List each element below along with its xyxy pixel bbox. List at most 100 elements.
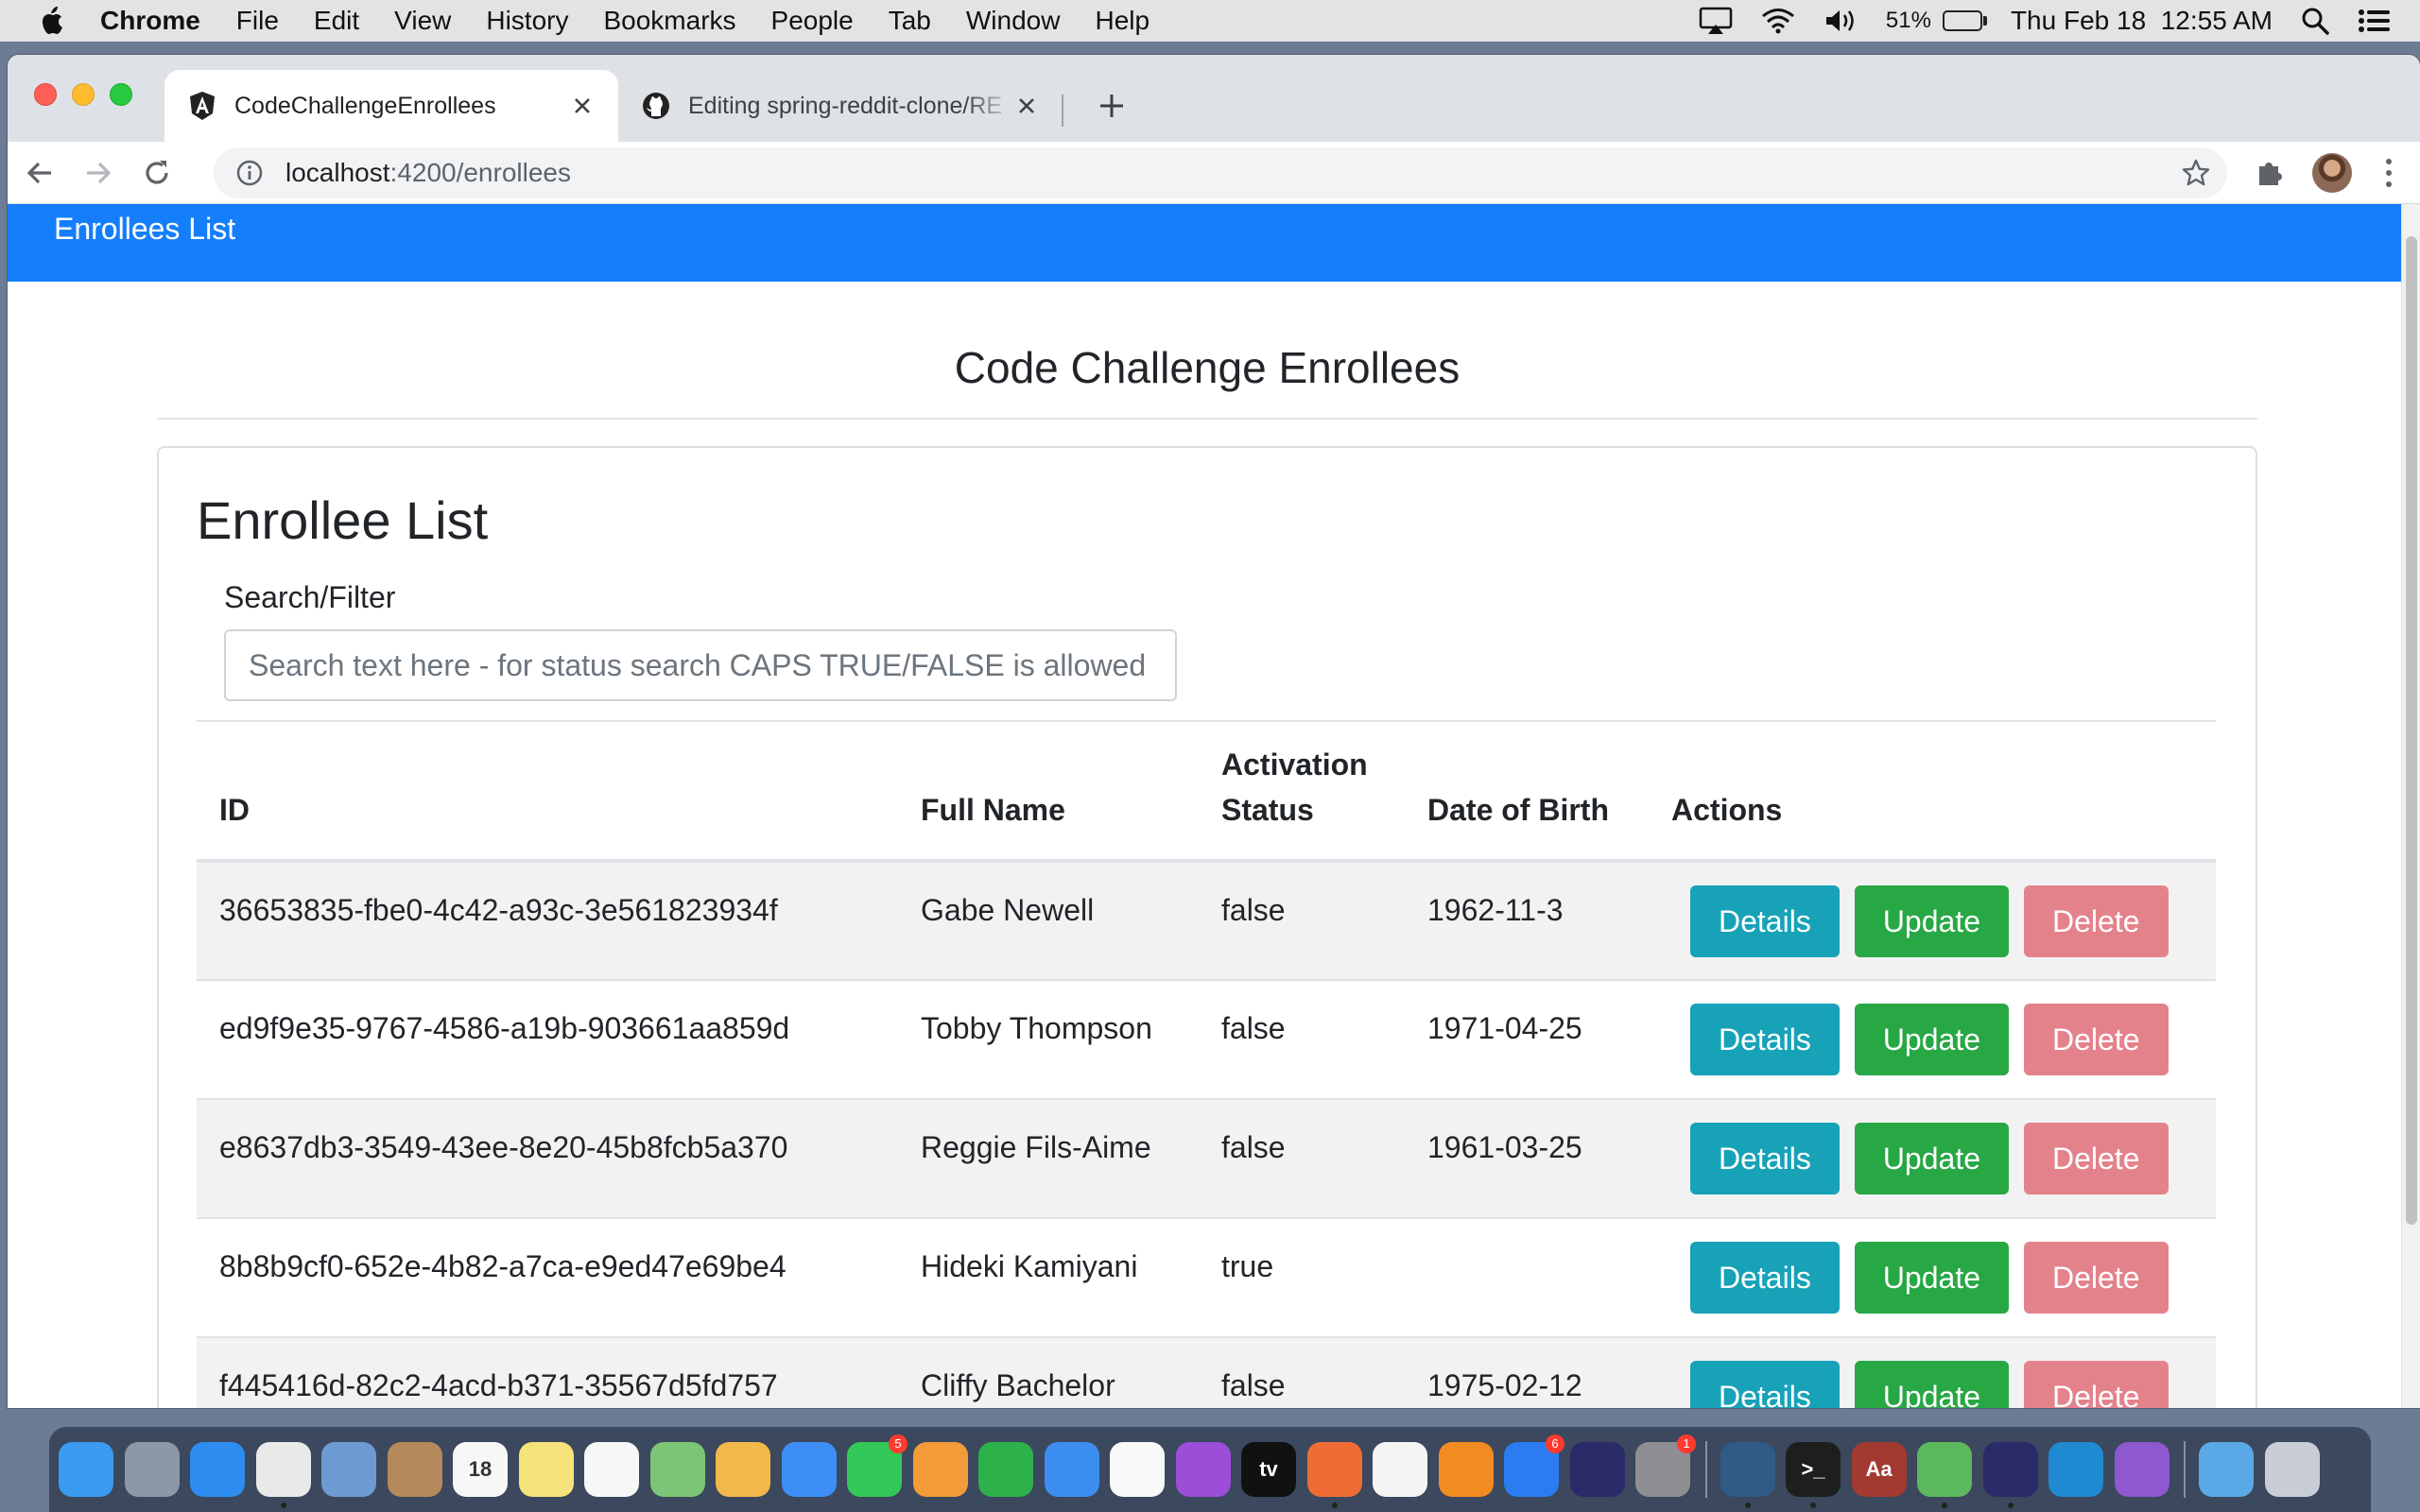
bookmark-star-icon[interactable] [2182, 159, 2210, 187]
update-button[interactable]: Update [1854, 1361, 2009, 1408]
profile-avatar[interactable] [2312, 153, 2352, 193]
trash-icon[interactable] [2264, 1442, 2320, 1497]
facetime-icon[interactable]: 5 [847, 1435, 908, 1497]
column-header-date-of-birth[interactable]: Date of Birth [1405, 720, 1649, 863]
menu-help[interactable]: Help [1095, 6, 1150, 36]
pages-icon[interactable] [912, 1442, 968, 1497]
details-button[interactable]: Details [1690, 1242, 1840, 1314]
column-header-id[interactable]: ID [197, 720, 898, 863]
window-controls [34, 83, 147, 106]
extensions-puzzle-icon[interactable] [2254, 157, 2286, 189]
airplay-icon[interactable] [1699, 7, 1733, 35]
column-header-full-name[interactable]: Full Name [898, 720, 1199, 863]
search-input[interactable] [224, 629, 1177, 701]
delete-button[interactable]: Delete [2024, 885, 2169, 957]
keynote-icon[interactable] [1044, 1442, 1099, 1497]
site-info-icon[interactable] [236, 159, 265, 187]
menu-view[interactable]: View [394, 6, 451, 36]
books-icon[interactable] [1438, 1442, 1494, 1497]
safari-icon[interactable] [190, 1442, 245, 1497]
calendar-icon[interactable]: 18 [453, 1442, 508, 1497]
menu-history[interactable]: History [486, 6, 568, 36]
menu-bookmarks[interactable]: Bookmarks [603, 6, 735, 36]
menu-edit[interactable]: Edit [314, 6, 359, 36]
details-button[interactable]: Details [1690, 1361, 1840, 1408]
close-tab-icon[interactable] [569, 93, 596, 119]
tab-github-editing[interactable]: Editing spring-reddit-clone/RE [618, 70, 1063, 142]
reminders-icon[interactable] [584, 1442, 639, 1497]
news-icon[interactable] [1373, 1442, 1427, 1497]
tab-codechallengeenrollees[interactable]: CodeChallengeEnrollees [164, 70, 618, 142]
delete-button[interactable]: Delete [2024, 1361, 2169, 1408]
scrollbar-thumb[interactable] [2406, 236, 2417, 1225]
wifi-icon[interactable] [1761, 8, 1795, 34]
apple-menu-icon[interactable] [40, 6, 68, 36]
menu-window[interactable]: Window [966, 6, 1061, 36]
chrome-icon[interactable] [255, 1442, 311, 1508]
eclipse-ide-icon[interactable] [1982, 1442, 2038, 1508]
apple-tv-icon[interactable]: tv [1241, 1442, 1296, 1497]
messages-icon[interactable] [781, 1442, 837, 1497]
delete-button[interactable]: Delete [2024, 1004, 2169, 1075]
volume-icon[interactable] [1824, 8, 1858, 34]
system-preferences-icon[interactable]: 1 [1635, 1435, 1696, 1497]
menu-file[interactable]: File [236, 6, 279, 36]
table-header-row: ID Full Name Activation Status Date of B… [197, 720, 2216, 863]
app-store-icon[interactable]: 6 [1504, 1435, 1564, 1497]
delete-button[interactable]: Delete [2024, 1123, 2169, 1194]
battery-icon[interactable] [1942, 10, 1987, 31]
reload-button[interactable] [138, 154, 176, 192]
contacts-icon[interactable] [387, 1442, 442, 1497]
mail-bird-icon[interactable] [321, 1442, 376, 1497]
podcasts-icon[interactable] [1175, 1442, 1231, 1497]
chrome-menu-icon[interactable] [2386, 159, 2394, 187]
details-button[interactable]: Details [1690, 1123, 1840, 1194]
running-indicator [1942, 1503, 1947, 1508]
downloads-folder-icon[interactable] [2199, 1442, 2254, 1497]
close-window-button[interactable] [34, 83, 57, 106]
navbar-brand-link[interactable]: Enrollees List [54, 212, 235, 247]
eclipse-icon[interactable] [1569, 1442, 1625, 1497]
app-menu-chrome[interactable]: Chrome [100, 6, 200, 36]
photos-icon[interactable] [716, 1442, 770, 1497]
back-button[interactable] [21, 154, 59, 192]
vscode-icon[interactable] [2048, 1442, 2103, 1497]
launchpad-icon[interactable] [124, 1442, 180, 1497]
menu-tab[interactable]: Tab [889, 6, 931, 36]
terminal-icon[interactable]: >_ [1786, 1442, 1841, 1508]
column-header-activation-status[interactable]: Activation Status [1199, 720, 1405, 863]
github-desktop-icon[interactable] [2114, 1442, 2169, 1497]
dock-separator [2184, 1441, 2186, 1498]
minimize-window-button[interactable] [72, 83, 95, 106]
page-scrollbar[interactable] [2401, 204, 2420, 1408]
cell-id: ed9f9e35-9767-4586-a19b-903661aa859d [219, 1011, 790, 1045]
numbers-icon[interactable] [978, 1442, 1033, 1497]
update-button[interactable]: Update [1854, 1004, 2009, 1075]
mysql-workbench-icon[interactable] [1720, 1442, 1775, 1508]
update-button[interactable]: Update [1854, 885, 2009, 957]
forward-button[interactable] [79, 154, 117, 192]
close-tab-icon[interactable] [1013, 93, 1040, 119]
cell-full-name: Hideki Kamiyani [921, 1249, 1138, 1283]
atom-icon[interactable] [1917, 1442, 1972, 1508]
control-center-icon[interactable] [2358, 8, 2392, 34]
update-button[interactable]: Update [1854, 1242, 2009, 1314]
new-tab-button[interactable] [1093, 87, 1131, 125]
menu-people[interactable]: People [771, 6, 854, 36]
update-button[interactable]: Update [1854, 1123, 2009, 1194]
address-bar[interactable]: localhost:4200/enrollees [214, 147, 2227, 198]
details-button[interactable]: Details [1690, 885, 1840, 957]
details-button[interactable]: Details [1690, 1004, 1840, 1075]
maps-icon[interactable] [649, 1442, 705, 1497]
finder-icon[interactable] [59, 1442, 113, 1497]
notes-icon[interactable] [518, 1442, 574, 1497]
dock-icon-label: tv [1259, 1457, 1278, 1481]
delete-button[interactable]: Delete [2024, 1242, 2169, 1314]
postman-icon[interactable] [1306, 1442, 1362, 1508]
menubar-clock[interactable]: Thu Feb 18 12:55 AM [2011, 6, 2273, 36]
music-icon[interactable] [1110, 1442, 1165, 1497]
zoom-window-button[interactable] [110, 83, 132, 106]
column-header-actions: Actions [1649, 720, 2216, 863]
spotlight-search-icon[interactable] [2301, 7, 2329, 35]
dictionary-icon[interactable]: Aa [1851, 1442, 1907, 1497]
